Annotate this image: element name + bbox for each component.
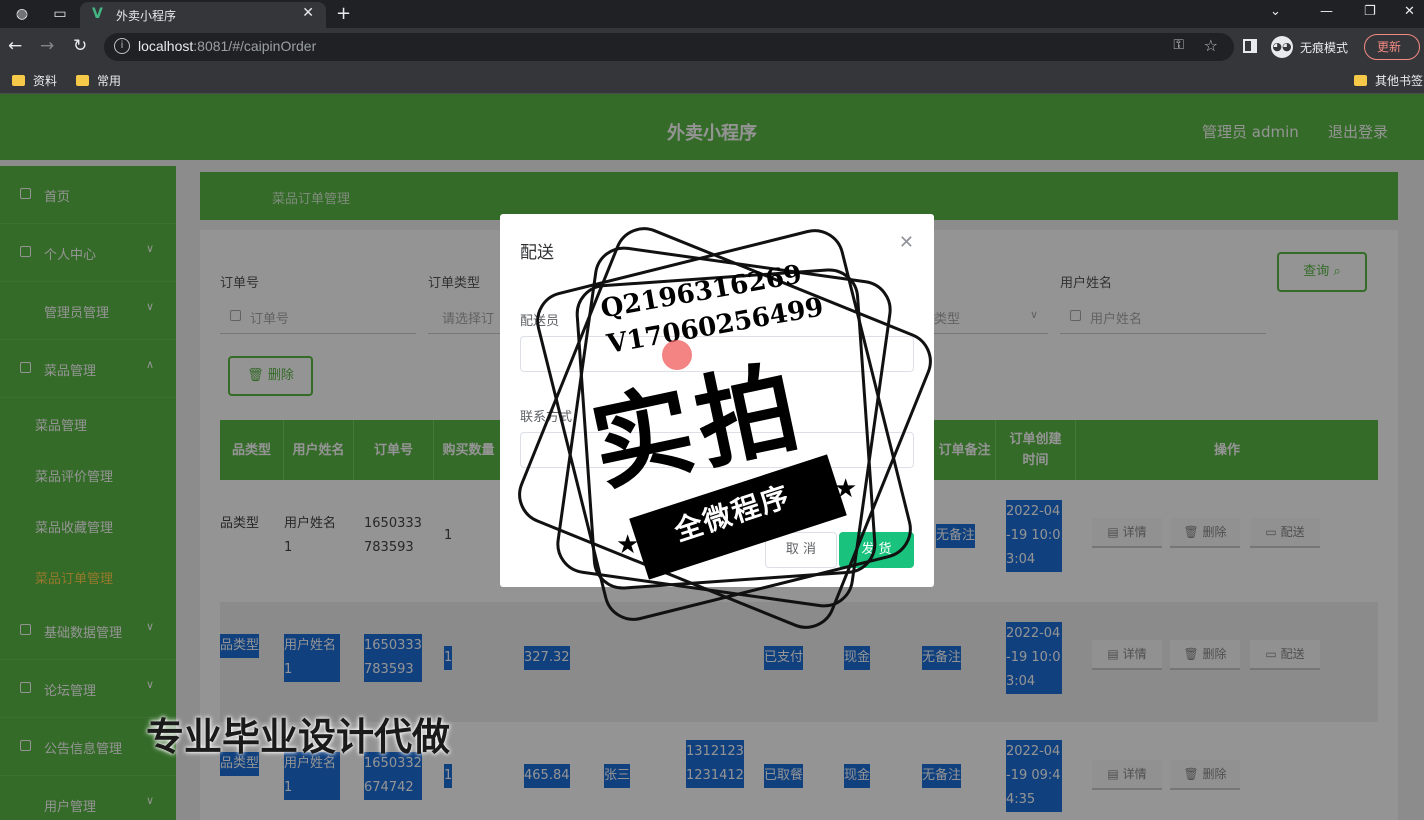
tab-title: 外卖小程序 [116,9,177,23]
update-button[interactable]: 更新 [1364,34,1420,60]
url-text: localhost:8081/#/caipinOrder [138,38,317,54]
star-icon[interactable]: ☆ [1204,36,1218,55]
folder-icon [1354,75,1367,86]
folder-icon [76,75,89,86]
key-icon[interactable]: ⚿ [1173,37,1184,53]
chevron-down-icon[interactable]: ⌄ [1270,4,1281,19]
minimize-icon[interactable]: — [1320,4,1333,19]
other-bookmarks[interactable]: 其他书签 [1354,72,1423,89]
bookmarks-bar: 资料 常用 其他书签 [0,66,1424,94]
back-icon[interactable]: ← [8,36,22,56]
browser-tab-active[interactable]: V 外卖小程序 ✕ [80,2,326,28]
browser-tab-bar: ◍ ▭ V 外卖小程序 ✕ + ⌄ — ❐ ✕ [0,0,1424,28]
cursor-indicator [662,340,692,370]
side-panel-icon[interactable] [1243,39,1257,53]
incognito-icon: ◕◕ [1271,36,1293,58]
close-icon[interactable]: ✕ [899,232,914,253]
globe-icon[interactable]: ◍ [14,6,30,22]
reload-icon[interactable]: ↻ [73,36,87,56]
close-icon[interactable]: ✕ [302,5,314,21]
star-icon: ★ [834,474,858,504]
folder-icon [12,75,25,86]
info-icon[interactable]: i [114,38,130,54]
incognito-label: 无痕模式 [1300,41,1349,55]
new-tab-icon[interactable]: + [336,3,351,24]
forward-icon[interactable]: → [40,36,54,56]
vue-logo-icon: V [92,6,103,22]
address-bar[interactable]: i localhost:8081/#/caipinOrder ⚿ ☆ [104,33,1234,61]
close-window-icon[interactable]: ✕ [1404,4,1415,19]
bookmark-folder[interactable]: 常用 [76,72,121,89]
browser-toolbar: ← → ↻ i localhost:8081/#/caipinOrder ⚿ ☆… [0,28,1424,66]
restore-icon[interactable]: ❐ [1364,4,1376,19]
watermark-caption: 专业毕业设计代做 [146,715,451,759]
dialog-title: 配送 [520,243,554,263]
bookmark-folder[interactable]: 资料 [12,72,57,89]
star-icon: ★ [616,530,640,560]
tab-overview-icon[interactable]: ▭ [52,6,68,22]
